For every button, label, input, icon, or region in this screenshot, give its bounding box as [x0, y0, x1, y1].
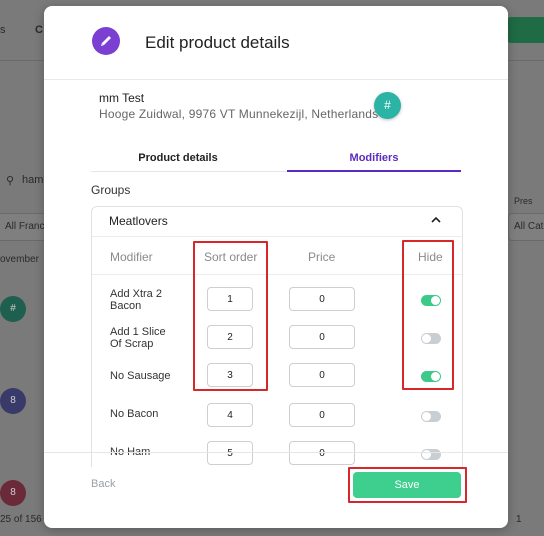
edit-product-modal: Edit product details mm Test Hooge Zuidw…	[44, 6, 508, 528]
modifier-name: Add 1 Slice Of Scrap	[110, 326, 166, 350]
modifier-name: No Sausage	[110, 370, 171, 382]
back-button[interactable]: Back	[91, 478, 115, 490]
shop-address: Hooge Zuidwal, 9976 VT Munnekezijl, Neth…	[99, 107, 379, 121]
groups-heading: Groups	[91, 183, 131, 197]
price-input[interactable]: 0	[289, 441, 355, 465]
modal-title: Edit product details	[145, 33, 290, 52]
hide-highlight	[402, 240, 454, 390]
sort-order-input[interactable]: 4	[207, 403, 253, 427]
pencil-icon	[92, 27, 120, 55]
group-name: Meatlovers	[109, 214, 168, 228]
bg-page-number: 1	[516, 514, 522, 525]
bg-avatar: #	[0, 296, 26, 322]
column-header-modifier: Modifier	[110, 250, 153, 264]
sort-order-highlight	[193, 241, 268, 391]
bg-filter-label: All Franc	[5, 221, 45, 232]
bg-date: ovember	[0, 254, 39, 265]
footer-divider	[44, 452, 508, 453]
chevron-up-icon[interactable]	[430, 214, 442, 228]
modifier-name: Add Xtra 2 Bacon	[110, 288, 162, 312]
sort-order-input[interactable]: 5	[207, 441, 253, 465]
table-row: No Bacon 4 0	[92, 395, 462, 433]
modifier-name: No Bacon	[110, 408, 159, 420]
hash-button[interactable]: #	[374, 92, 401, 119]
modal-header: Edit product details	[44, 6, 508, 80]
active-tab-indicator	[287, 170, 461, 172]
bg-nav-fragment: s	[0, 24, 6, 36]
price-input[interactable]: 0	[289, 325, 355, 349]
bg-avatar: 8	[0, 388, 26, 414]
group-divider	[92, 236, 462, 237]
bg-nav-fragment: C	[35, 24, 43, 36]
column-header-price: Price	[308, 250, 336, 264]
hide-toggle[interactable]	[421, 411, 441, 422]
bg-action-button	[507, 17, 544, 43]
bg-right-placeholder: Pres	[514, 196, 533, 206]
price-input[interactable]: 0	[289, 287, 355, 311]
table-row: No Ham 5 0	[92, 433, 462, 467]
bg-search-value: ham	[22, 174, 44, 186]
tab-product-details[interactable]: Product details	[91, 152, 265, 164]
bg-search-icon: ⚲	[6, 175, 15, 187]
shop-name: mm Test	[99, 91, 145, 105]
bg-right-filter-label: All Cat	[514, 221, 544, 232]
tab-modifiers[interactable]: Modifiers	[287, 152, 461, 164]
bg-avatar: 8	[0, 480, 26, 506]
bg-pagination: 25 of 156	[0, 514, 42, 525]
price-input[interactable]: 0	[289, 363, 355, 387]
save-highlight	[348, 467, 467, 503]
price-input[interactable]: 0	[289, 403, 355, 427]
hide-toggle[interactable]	[421, 449, 441, 460]
